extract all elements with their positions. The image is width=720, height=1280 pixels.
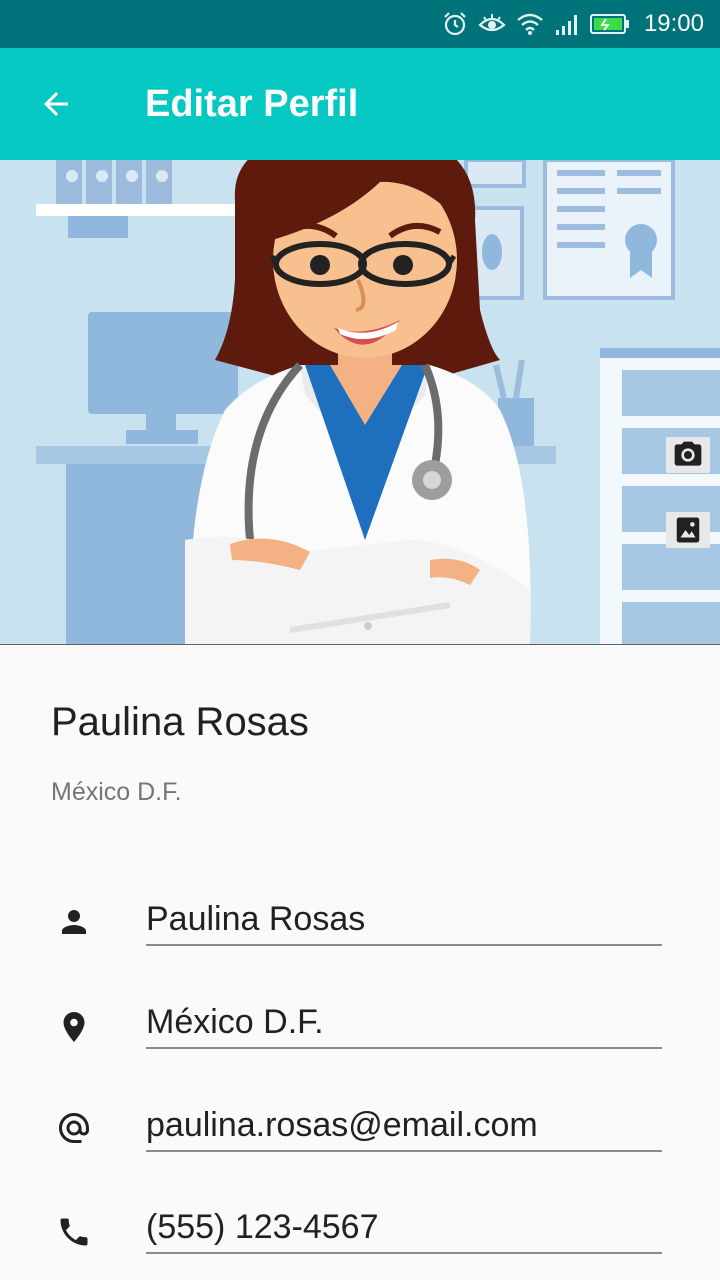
email-field[interactable] (146, 1104, 662, 1152)
take-photo-button[interactable] (666, 437, 710, 473)
divider (0, 644, 720, 645)
gallery-icon (676, 517, 700, 543)
status-bar: 19:00 (0, 0, 720, 48)
person-icon (56, 904, 92, 940)
app-bar: Editar Perfil (0, 48, 720, 160)
camera-icon (674, 441, 702, 466)
choose-from-gallery-button[interactable] (666, 512, 710, 548)
phone-field-row (0, 1206, 720, 1280)
doctor-illustration (0, 160, 720, 645)
battery-charging-icon (589, 14, 629, 34)
status-time: 19:00 (643, 10, 704, 37)
name-field-row (0, 898, 720, 978)
phone-field[interactable] (146, 1206, 662, 1254)
signal-icon (555, 15, 577, 35)
name-field[interactable] (146, 898, 662, 946)
email-field-row (0, 1104, 720, 1184)
back-button[interactable] (0, 48, 112, 160)
profile-city: México D.F. (51, 778, 182, 806)
location-icon (56, 1009, 92, 1045)
page-title: Editar Perfil (145, 82, 359, 125)
eye-icon (478, 14, 506, 32)
profile-name: Paulina Rosas (51, 700, 309, 744)
alarm-icon (444, 12, 466, 36)
wifi-icon (517, 13, 543, 35)
phone-icon (56, 1214, 92, 1250)
at-icon (56, 1110, 92, 1146)
arrow-back-icon (44, 92, 68, 116)
profile-cover-image (0, 160, 720, 645)
location-field[interactable] (146, 1001, 662, 1049)
location-field-row (0, 1001, 720, 1081)
